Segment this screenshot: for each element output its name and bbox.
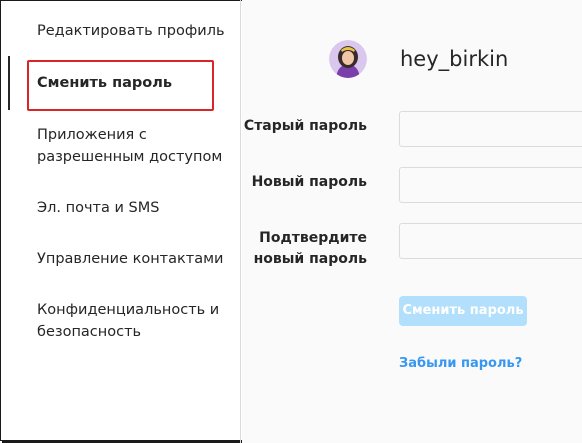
- active-indicator: [8, 56, 10, 110]
- avatar-image-icon: [329, 40, 367, 78]
- change-password-panel: hey_birkin Старый пароль Новый пароль По…: [242, 0, 582, 443]
- username: hey_birkin: [400, 47, 509, 71]
- sidebar-item-edit-profile[interactable]: Редактировать профиль: [37, 20, 232, 42]
- highlight-annotation: [27, 60, 214, 111]
- new-password-input[interactable]: [399, 167, 582, 203]
- old-password-label: Старый пароль: [243, 118, 367, 134]
- avatar[interactable]: [329, 40, 367, 78]
- confirm-password-input[interactable]: [399, 223, 582, 259]
- sidebar-item-authorized-apps[interactable]: Приложения с разрешенным доступом: [37, 124, 232, 168]
- confirm-password-label: Подтвердите новый пароль: [253, 230, 367, 267]
- sidebar-item-privacy-security[interactable]: Конфиденциальность и безопасность: [37, 299, 232, 343]
- sidebar-item-manage-contacts[interactable]: Управление контактами: [37, 248, 232, 270]
- new-password-label: Новый пароль: [251, 174, 367, 190]
- change-password-button[interactable]: Сменить пароль: [399, 296, 527, 326]
- sidebar-item-email-sms[interactable]: Эл. почта и SMS: [37, 197, 232, 219]
- settings-sidebar: Редактировать профиль Сменить пароль При…: [0, 0, 241, 443]
- old-password-input[interactable]: [399, 111, 582, 147]
- forgot-password-link[interactable]: Забыли пароль?: [399, 354, 522, 374]
